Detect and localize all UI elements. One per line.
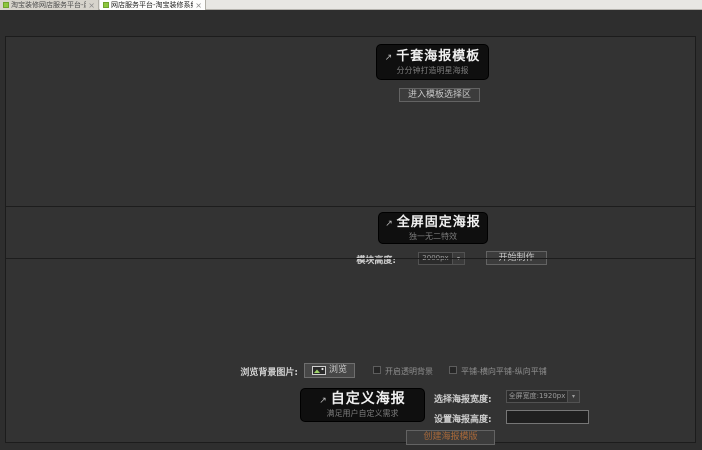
poster-width-select[interactable]: 全屏宽度:1920px ▾ [506, 390, 580, 403]
tab-favicon [103, 2, 109, 8]
template-gallery-hero-button[interactable]: ↗千套海报模板 分分钟打造明星海报 [376, 44, 489, 80]
tab-favicon [3, 2, 9, 8]
create-poster-template-button[interactable]: 创建海报模版 [406, 430, 495, 445]
section-title: ↗自定义海报 [319, 392, 406, 409]
tab-close-icon[interactable]: × [86, 1, 95, 10]
browse-background-button[interactable]: 浏览 [304, 363, 355, 378]
module-height-label: 模块高度: [306, 253, 396, 266]
browser-tab-bar: 淘宝装修网店服务平台-后台 × 网店服务平台-淘宝装修系统 × [0, 0, 702, 10]
fullscreen-poster-title: 全屏固定海报 [397, 215, 481, 230]
transparent-bg-checkbox[interactable] [373, 366, 381, 374]
tab-title: 淘宝装修网店服务平台-后台 [11, 1, 86, 10]
app-window: 淘宝装修网店服务平台-后台 × 网店服务平台-淘宝装修系统 × ↗千套海报模板 … [0, 0, 702, 450]
tile-mode-label: 平铺-横向平铺-纵向平铺 [461, 366, 547, 377]
fullscreen-poster-hero-button[interactable]: ↗全屏固定海报 独一无二特效 [378, 212, 488, 244]
poster-width-label: 选择海报宽度: [434, 392, 506, 405]
chevron-down-icon[interactable]: ▾ [567, 391, 579, 402]
template-gallery-subtitle: 分分钟打造明星海报 [397, 66, 469, 76]
section-divider [6, 258, 695, 259]
browser-tab-decoration-system[interactable]: 网店服务平台-淘宝装修系统 × [100, 0, 206, 10]
tile-mode-checkbox[interactable] [449, 366, 457, 374]
enter-template-area-button[interactable]: 进入模板选择区 [399, 88, 480, 102]
poster-height-input[interactable] [506, 410, 589, 424]
tab-close-icon[interactable]: × [193, 1, 202, 10]
browse-button-label: 浏览 [329, 364, 347, 377]
custom-poster-hero-button[interactable]: ↗自定义海报 满足用户自定义需求 [300, 388, 425, 422]
custom-poster-title: 自定义海报 [331, 391, 406, 407]
section-title: ↗全屏固定海报 [385, 215, 481, 232]
cursor-arrow-icon: ↗ [385, 53, 394, 63]
fullscreen-poster-subtitle: 独一无二特效 [409, 232, 457, 242]
poster-height-label: 设置海报高度: [434, 412, 506, 425]
browser-tab-backend[interactable]: 淘宝装修网店服务平台-后台 × [0, 0, 99, 10]
template-gallery-title: 千套海报模板 [396, 49, 480, 64]
poster-width-selected-value: 全屏宽度:1920px [507, 391, 567, 402]
poster-tool-panel: ↗千套海报模板 分分钟打造明星海报 进入模板选择区 ↗全屏固定海报 独一无二特效… [5, 36, 696, 443]
cursor-arrow-icon: ↗ [319, 396, 328, 406]
browse-background-label: 浏览背景图片: [193, 365, 298, 378]
picture-icon [312, 366, 326, 375]
tab-title: 网店服务平台-淘宝装修系统 [111, 1, 193, 10]
cursor-arrow-icon: ↗ [385, 219, 394, 229]
section-divider [6, 206, 695, 207]
custom-poster-subtitle: 满足用户自定义需求 [327, 409, 399, 419]
transparent-bg-label: 开启透明背景 [385, 366, 433, 377]
section-title: ↗千套海报模板 [385, 49, 481, 66]
